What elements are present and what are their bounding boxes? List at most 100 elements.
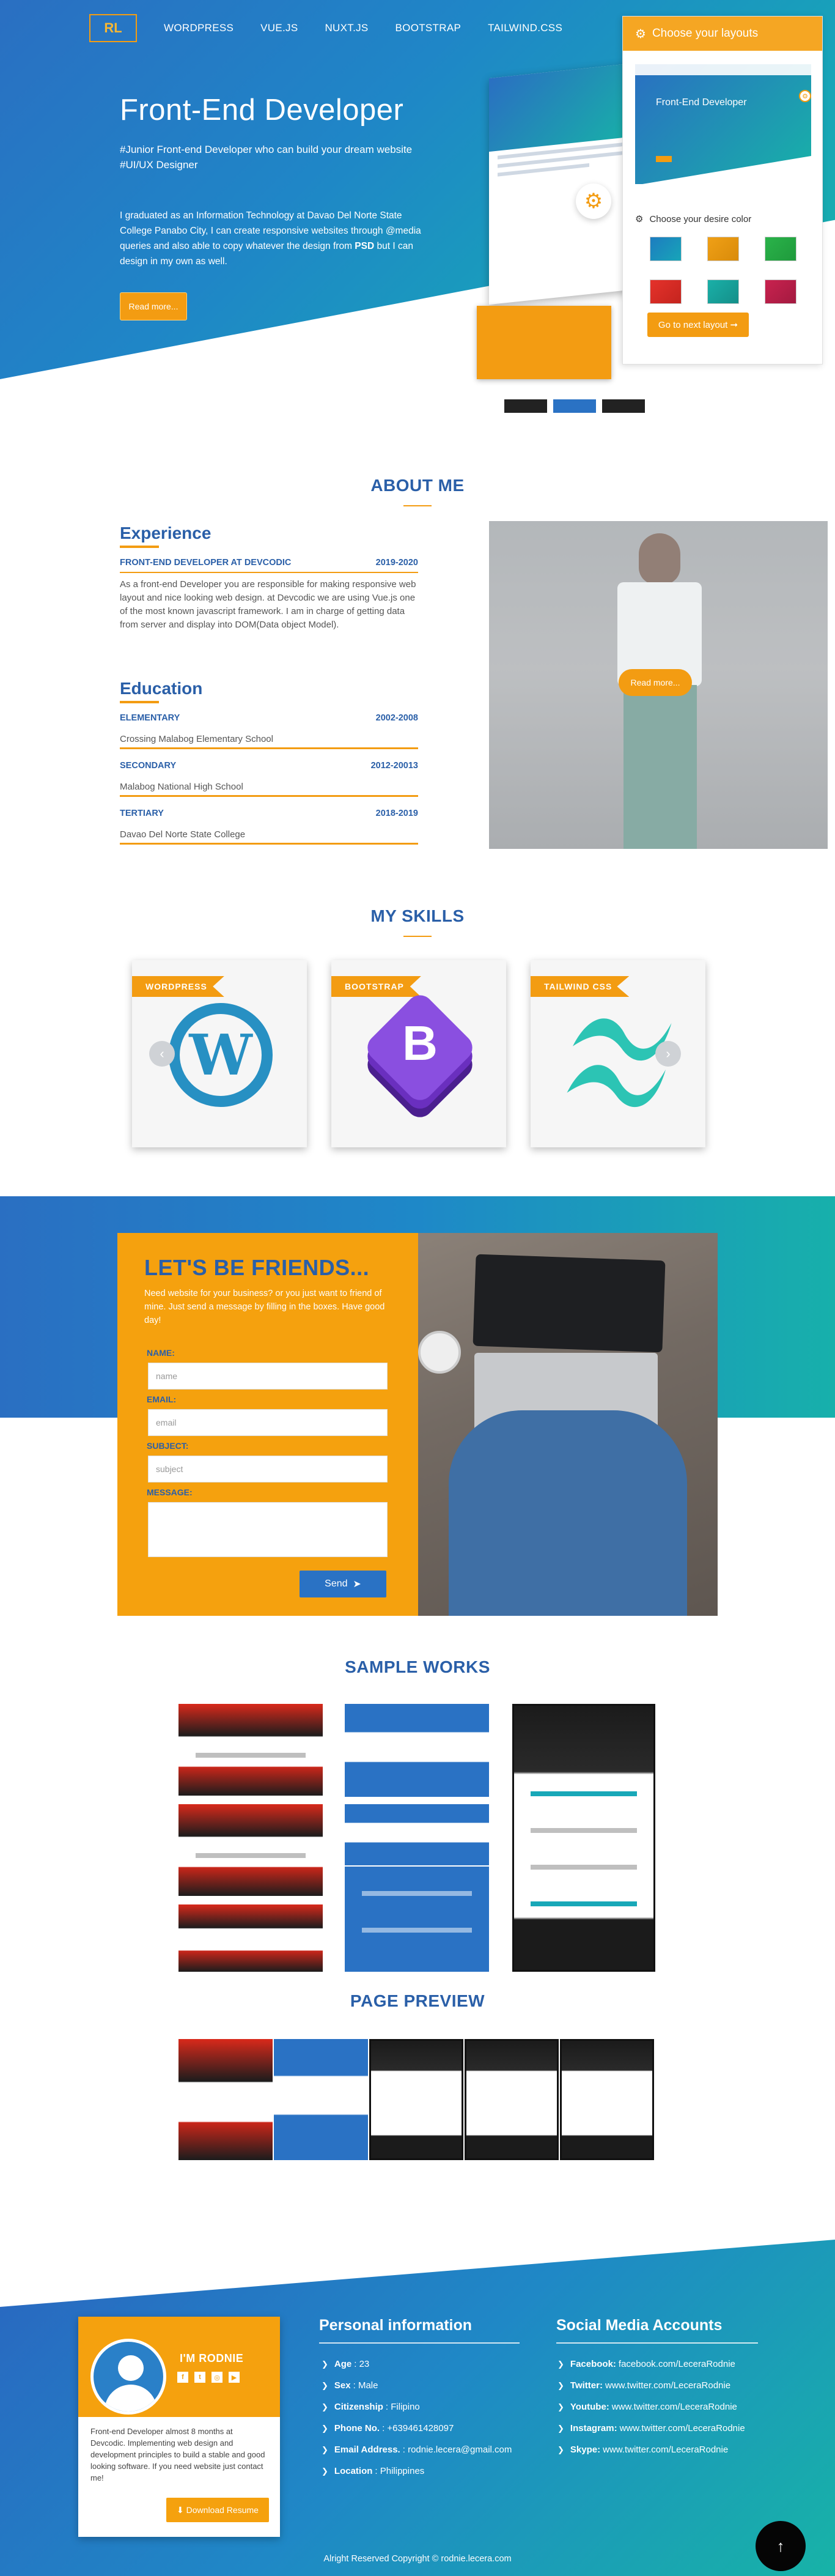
youtube-icon[interactable]: ▶ (229, 2372, 240, 2383)
message-field[interactable] (148, 1502, 388, 1557)
social-row[interactable]: ❯ Twitter: www.twitter.com/LeceraRodnie (557, 2375, 745, 2396)
photo-read-more-button[interactable]: Read more... (619, 669, 692, 696)
social-row[interactable]: ❯ Youtube: www.twitter.com/LeceraRodnie (557, 2396, 745, 2418)
copyright-text: Alright Reserved Copyright © rodnie.lece… (323, 2554, 512, 2564)
work-thumbnail[interactable] (345, 1804, 489, 1865)
info-label: Sex (334, 2380, 351, 2391)
preview-section-title: PAGE PREVIEW (350, 1991, 485, 2010)
chevron-right-icon: ❯ (557, 2445, 564, 2454)
info-value: : 23 (354, 2359, 370, 2369)
heading-rule (556, 2342, 758, 2344)
gear-icon[interactable]: ⚙ (576, 183, 611, 219)
work-thumbnail[interactable] (512, 1704, 655, 1972)
info-label: Phone No. (334, 2423, 380, 2434)
wordpress-icon: W (163, 997, 279, 1113)
hero-title: Front-End Developer (120, 94, 404, 127)
instagram-icon[interactable]: ◎ (212, 2372, 223, 2383)
color-label-text: Choose your desire color (649, 213, 752, 224)
preview-thumbnail[interactable] (178, 2039, 273, 2160)
nav-link-nuxtjs[interactable]: NUXT.JS (325, 22, 368, 34)
heading-rule (319, 2342, 520, 2344)
mockup-strip (602, 399, 645, 413)
hero-description: I graduated as an Information Technology… (120, 208, 425, 269)
work-thumbnail[interactable] (345, 1704, 489, 1797)
hero-read-more-button[interactable]: Read more... (120, 292, 187, 320)
color-swatch[interactable] (765, 237, 796, 261)
social-link[interactable]: www.twitter.com/LeceraRodnie (612, 2402, 737, 2412)
color-swatch[interactable] (707, 237, 739, 261)
education-school: Crossing Malabog Elementary School (120, 734, 273, 744)
preview-thumbnail[interactable] (369, 2039, 463, 2160)
preview-thumbnail[interactable] (560, 2039, 654, 2160)
send-label: Send (325, 1579, 348, 1589)
work-thumbnail[interactable] (178, 1704, 323, 1796)
twitter-icon[interactable]: t (194, 2372, 205, 2383)
thumbnail-line (196, 1853, 306, 1858)
heading-underline (120, 701, 159, 703)
hero-description-bold: PSD (355, 241, 375, 251)
experience-description: As a front-end Developer you are respons… (120, 579, 416, 630)
layout-preview-thumbnail[interactable]: Front-End Developer (635, 64, 811, 184)
nav-link-vuejs[interactable]: VUE.JS (260, 22, 298, 34)
work-thumbnail[interactable] (178, 1904, 323, 1972)
social-link[interactable]: www.twitter.com/LeceraRodnie (620, 2423, 745, 2434)
social-link[interactable]: www.twitter.com/LeceraRodnie (603, 2445, 728, 2455)
send-button[interactable]: Send ➤ (300, 1571, 386, 1597)
next-layout-label: Go to next layout (658, 319, 728, 330)
nav-link-wordpress[interactable]: WORDPRESS (164, 22, 234, 34)
education-school: Malabog National High School (120, 782, 243, 792)
carousel-next-icon[interactable]: › (655, 1041, 681, 1067)
mockup-card (477, 306, 611, 379)
info-label: Citizenship (334, 2402, 383, 2412)
color-swatch[interactable] (765, 279, 796, 304)
contact-form: LET'S BE FRIENDS... Need website for you… (117, 1233, 418, 1616)
color-swatch[interactable] (650, 279, 682, 304)
color-swatch[interactable] (650, 237, 682, 261)
subject-field[interactable]: subject (148, 1456, 388, 1482)
chevron-right-icon: ❯ (322, 2423, 328, 2433)
thumbnail-line (531, 1901, 637, 1906)
color-swatch[interactable] (707, 279, 739, 304)
social-row[interactable]: ❯ Facebook: facebook.com/LeceraRodnie (557, 2353, 745, 2375)
social-link[interactable]: www.twitter.com/LeceraRodnie (605, 2380, 730, 2391)
work-thumbnail[interactable] (345, 1867, 489, 1972)
layouts-panel-title: Choose your layouts (652, 27, 759, 40)
social-label: Twitter: (570, 2380, 603, 2391)
education-years: 2012-20013 (370, 761, 418, 771)
gear-icon[interactable]: ⚙ (799, 90, 811, 102)
nav-link-tailwind[interactable]: TAILWIND.CSS (488, 22, 562, 34)
layouts-panel: ⚙ Choose your layouts Front-End Develope… (622, 16, 823, 365)
profile-card: I'M RODNIE f t ◎ ▶ Front-end Developer a… (78, 2317, 280, 2537)
photo-cup (418, 1331, 461, 1374)
social-row[interactable]: ❯ Skype: www.twitter.com/LeceraRodnie (557, 2439, 745, 2460)
site-logo[interactable]: RL (89, 14, 137, 42)
profile-social-icons: f t ◎ ▶ (177, 2372, 240, 2383)
info-value: : +639461428097 (382, 2423, 454, 2434)
education-row: TERTIARY 2018-2019 (120, 809, 418, 818)
info-label: Email Address. (334, 2445, 400, 2455)
back-to-top-button[interactable]: ↑ (756, 2521, 806, 2571)
info-value: : rodnie.lecera@gmail.com (402, 2445, 512, 2455)
download-label: Download Resume (186, 2505, 259, 2515)
avatar-body (105, 2385, 157, 2411)
social-row[interactable]: ❯ Instagram: www.twitter.com/LeceraRodnie (557, 2418, 745, 2439)
social-link[interactable]: facebook.com/LeceraRodnie (619, 2359, 735, 2369)
next-layout-button[interactable]: Go to next layout ➞ (647, 313, 749, 337)
nav-link-bootstrap[interactable]: BOOTSTRAP (395, 22, 462, 34)
chevron-right-icon: ❯ (322, 2445, 328, 2454)
info-row: ❯ Citizenship: Filipino (322, 2396, 512, 2418)
carousel-prev-icon[interactable]: ‹ (149, 1041, 175, 1067)
education-years: 2002-2008 (375, 713, 418, 723)
contact-photo (418, 1233, 718, 1616)
work-thumbnail[interactable] (178, 1804, 323, 1896)
info-value: : Filipino (385, 2402, 420, 2412)
name-field[interactable]: name (148, 1363, 388, 1390)
contact-title: LET'S BE FRIENDS... (144, 1255, 370, 1280)
preview-thumbnail[interactable] (465, 2039, 559, 2160)
heading-underline (120, 546, 159, 548)
email-field[interactable]: email (148, 1409, 388, 1436)
download-resume-button[interactable]: ⬇ Download Resume (166, 2498, 269, 2522)
preview-thumbnail[interactable] (274, 2039, 368, 2160)
facebook-icon[interactable]: f (177, 2372, 188, 2383)
experience-heading: Experience (120, 524, 212, 542)
